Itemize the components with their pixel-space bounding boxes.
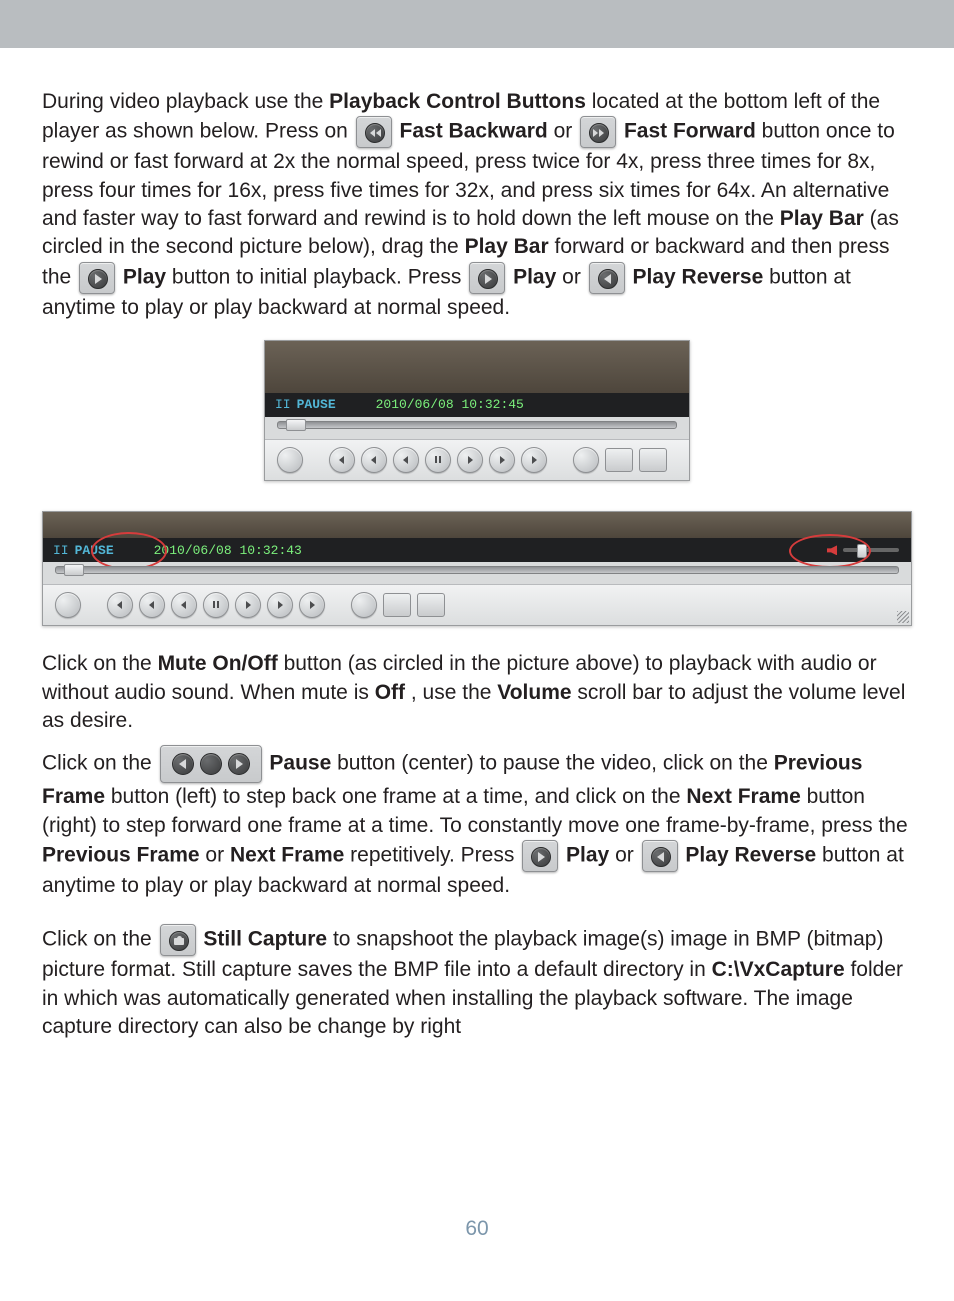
- status-bar: IIPAUSE 2010/06/08 10:32:43: [43, 538, 911, 562]
- resize-grip-icon[interactable]: [897, 611, 909, 623]
- bold-next-frame-2: Next Frame: [230, 844, 344, 867]
- aux-button-1[interactable]: [383, 593, 411, 617]
- fast-forward-button[interactable]: [521, 447, 547, 473]
- play-button[interactable]: [489, 447, 515, 473]
- bold-play-bar-2: Play Bar: [465, 235, 549, 258]
- bold-off: Off: [375, 681, 405, 704]
- bold-next-frame: Next Frame: [686, 785, 800, 808]
- page-number: 60: [0, 1215, 954, 1243]
- bold-play-3: Play: [566, 844, 609, 867]
- bold-play-2: Play: [513, 265, 556, 288]
- screenshot-player-small: II PAUSE 2010/06/08 10:32:45: [42, 340, 912, 481]
- pause-button[interactable]: [203, 592, 229, 618]
- text: or: [615, 844, 640, 867]
- play-icon: [79, 262, 115, 294]
- bold-playback-control-buttons: Playback Control Buttons: [329, 90, 586, 113]
- fast-forward-icon: [580, 116, 616, 148]
- bold-mute-onoff: Mute On/Off: [158, 652, 278, 675]
- play-icon-3: [522, 840, 558, 872]
- text: Click on the: [42, 928, 158, 951]
- pause-button[interactable]: [425, 447, 451, 473]
- paragraph-pause-frame: Click on the Pause button (center) to pa…: [42, 745, 912, 900]
- fast-backward-button[interactable]: [107, 592, 133, 618]
- fast-forward-button[interactable]: [299, 592, 325, 618]
- next-frame-button[interactable]: [457, 447, 483, 473]
- bold-vxcapture-path: C:\VxCapture: [712, 958, 845, 981]
- play-bar-thumb[interactable]: [64, 564, 84, 576]
- text: button to initial playback. Press: [172, 265, 467, 288]
- text: Click on the: [42, 652, 158, 675]
- bold-play-reverse: Play Reverse: [633, 265, 764, 288]
- paragraph-still-capture: Click on the Still Capture to snapshoot …: [42, 924, 912, 1041]
- still-capture-icon: [160, 924, 196, 956]
- timestamp: 2010/06/08 10:32:45: [376, 396, 524, 414]
- video-preview: [265, 341, 689, 393]
- text: or: [205, 844, 230, 867]
- pause-icon: [200, 753, 222, 775]
- aux-button-2[interactable]: [639, 448, 667, 472]
- text: or: [562, 265, 587, 288]
- fast-backward-icon: [356, 116, 392, 148]
- eject-button[interactable]: [55, 592, 81, 618]
- text: button (left) to step back one frame at …: [111, 785, 686, 808]
- play-bar-thumb[interactable]: [286, 419, 306, 431]
- next-frame-icon: [228, 753, 250, 775]
- control-row: [43, 584, 911, 625]
- next-frame-button[interactable]: [235, 592, 261, 618]
- pause-symbol: II: [53, 543, 69, 558]
- text: During video playback use the: [42, 90, 329, 113]
- paragraph-mute: Click on the Mute On/Off button (as circ…: [42, 650, 912, 735]
- fast-backward-button[interactable]: [329, 447, 355, 473]
- text: repetitively. Press: [350, 844, 520, 867]
- still-capture-button[interactable]: [351, 592, 377, 618]
- play-bar[interactable]: [265, 417, 689, 439]
- bold-pause: Pause: [269, 752, 331, 775]
- header-bar: [0, 0, 954, 48]
- bold-play: Play: [123, 265, 166, 288]
- play-reverse-icon-2: [642, 840, 678, 872]
- play-bar[interactable]: [43, 562, 911, 584]
- play-button[interactable]: [267, 592, 293, 618]
- paragraph-playback-controls: During video playback use the Playback C…: [42, 88, 912, 322]
- still-capture-button[interactable]: [573, 447, 599, 473]
- page: During video playback use the Playback C…: [0, 0, 954, 1301]
- bold-fast-backward: Fast Backward: [400, 120, 548, 143]
- bold-volume: Volume: [497, 681, 571, 704]
- status-label: PAUSE: [297, 397, 336, 412]
- bold-still-capture: Still Capture: [203, 928, 327, 951]
- video-preview: [43, 512, 911, 538]
- status-bar: II PAUSE 2010/06/08 10:32:45: [265, 393, 689, 417]
- bold-play-bar: Play Bar: [780, 207, 864, 230]
- text: , use the: [411, 681, 497, 704]
- pause-symbol: II: [275, 397, 291, 412]
- text: or: [554, 120, 579, 143]
- control-row: [265, 439, 689, 480]
- previous-frame-button[interactable]: [393, 447, 419, 473]
- play-icon-2: [469, 262, 505, 294]
- bold-play-reverse-2: Play Reverse: [685, 844, 816, 867]
- play-reverse-button[interactable]: [139, 592, 165, 618]
- timestamp: 2010/06/08 10:32:43: [154, 542, 302, 560]
- bold-previous-frame-2: Previous Frame: [42, 844, 200, 867]
- play-reverse-icon: [589, 262, 625, 294]
- previous-frame-icon: [172, 753, 194, 775]
- text: button (center) to pause the video, clic…: [337, 752, 774, 775]
- frame-controls-icon: [160, 745, 262, 783]
- eject-button[interactable]: [277, 447, 303, 473]
- screenshot-player-wide: IIPAUSE 2010/06/08 10:32:43: [42, 511, 912, 626]
- previous-frame-button[interactable]: [171, 592, 197, 618]
- play-reverse-button[interactable]: [361, 447, 387, 473]
- bold-fast-forward: Fast Forward: [624, 120, 756, 143]
- aux-button-1[interactable]: [605, 448, 633, 472]
- text: Click on the: [42, 752, 158, 775]
- aux-button-2[interactable]: [417, 593, 445, 617]
